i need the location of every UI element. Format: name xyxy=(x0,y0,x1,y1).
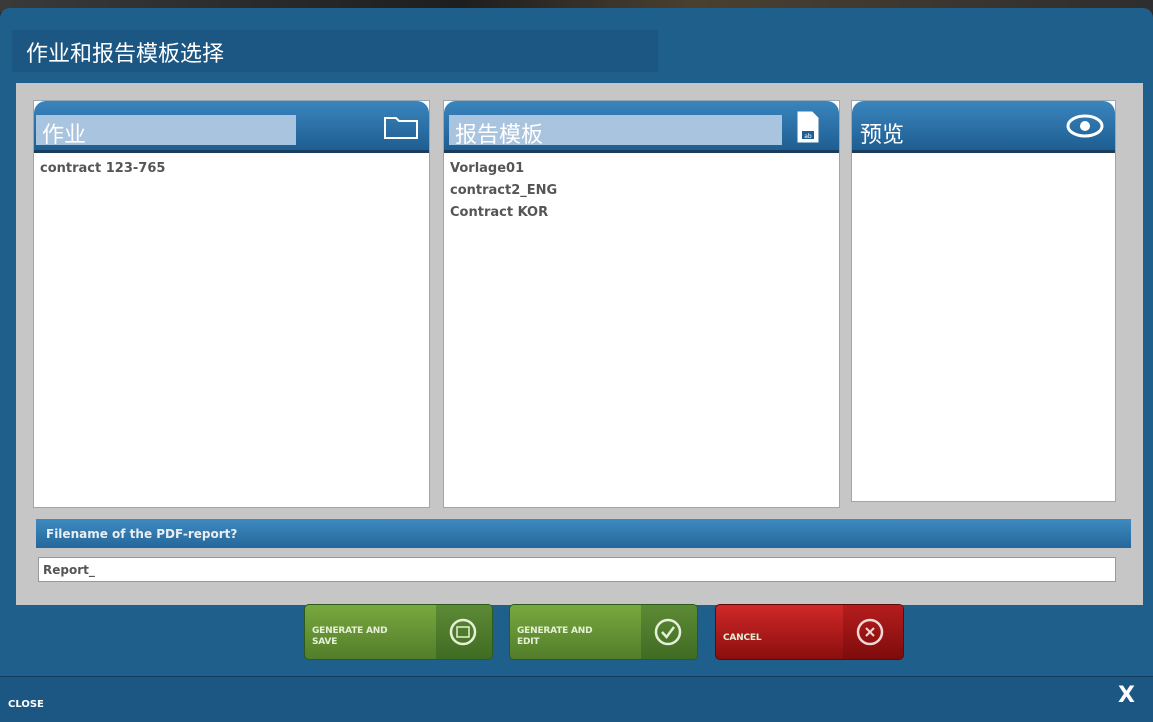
cancel-icon-area xyxy=(843,605,903,659)
jobs-list: contract 123-765 xyxy=(34,153,429,507)
generate-and-save-button[interactable]: GENERATE AND SAVE xyxy=(304,604,493,660)
filename-label: Filename of the PDF-report? xyxy=(36,519,1131,548)
folder-icon[interactable] xyxy=(383,114,419,140)
document-icon[interactable]: ab xyxy=(796,111,820,143)
generate-and-save-icon-area xyxy=(436,605,492,659)
dialog-title: 作业和报告模板选择 xyxy=(12,30,658,72)
generate-and-edit-icon-area xyxy=(641,605,697,659)
job-item[interactable]: contract 123-765 xyxy=(34,153,429,176)
templates-panel: 报告模板 ab Vorlage01 contract2_ENG Contract… xyxy=(443,100,840,508)
close-circle-icon xyxy=(856,618,884,646)
pdf-save-icon xyxy=(449,618,477,646)
svg-text:ab: ab xyxy=(804,133,812,140)
close-icon[interactable]: X xyxy=(1118,683,1135,708)
preview-panel: 预览 xyxy=(851,100,1116,502)
cancel-button[interactable]: CANCEL xyxy=(715,604,904,660)
template-item[interactable]: contract2_ENG xyxy=(444,175,839,198)
jobs-panel-header: 作业 xyxy=(34,101,429,153)
templates-panel-title: 报告模板 xyxy=(449,115,782,148)
cancel-label: CANCEL xyxy=(723,633,762,643)
filename-input[interactable] xyxy=(38,557,1116,582)
templates-list: Vorlage01 contract2_ENG Contract KOR xyxy=(444,153,839,507)
footer-bar: CLOSE X xyxy=(0,676,1153,722)
templates-panel-header: 报告模板 ab xyxy=(444,101,839,153)
preview-area xyxy=(852,153,1115,501)
jobs-panel-title: 作业 xyxy=(36,115,296,148)
checkmark-icon xyxy=(654,618,682,646)
preview-panel-title: 预览 xyxy=(860,123,905,148)
generate-and-save-label: GENERATE AND SAVE xyxy=(312,626,388,647)
jobs-panel: 作业 contract 123-765 xyxy=(33,100,430,508)
template-item[interactable]: Contract KOR xyxy=(444,197,839,220)
filename-section: Filename of the PDF-report? xyxy=(36,519,1131,594)
close-link[interactable]: CLOSE xyxy=(8,699,44,710)
generate-and-edit-label: GENERATE AND EDIT xyxy=(517,626,593,647)
eye-icon[interactable] xyxy=(1065,113,1105,139)
template-item[interactable]: Vorlage01 xyxy=(444,153,839,176)
preview-panel-header: 预览 xyxy=(852,101,1115,153)
generate-and-edit-button[interactable]: GENERATE AND EDIT xyxy=(509,604,698,660)
